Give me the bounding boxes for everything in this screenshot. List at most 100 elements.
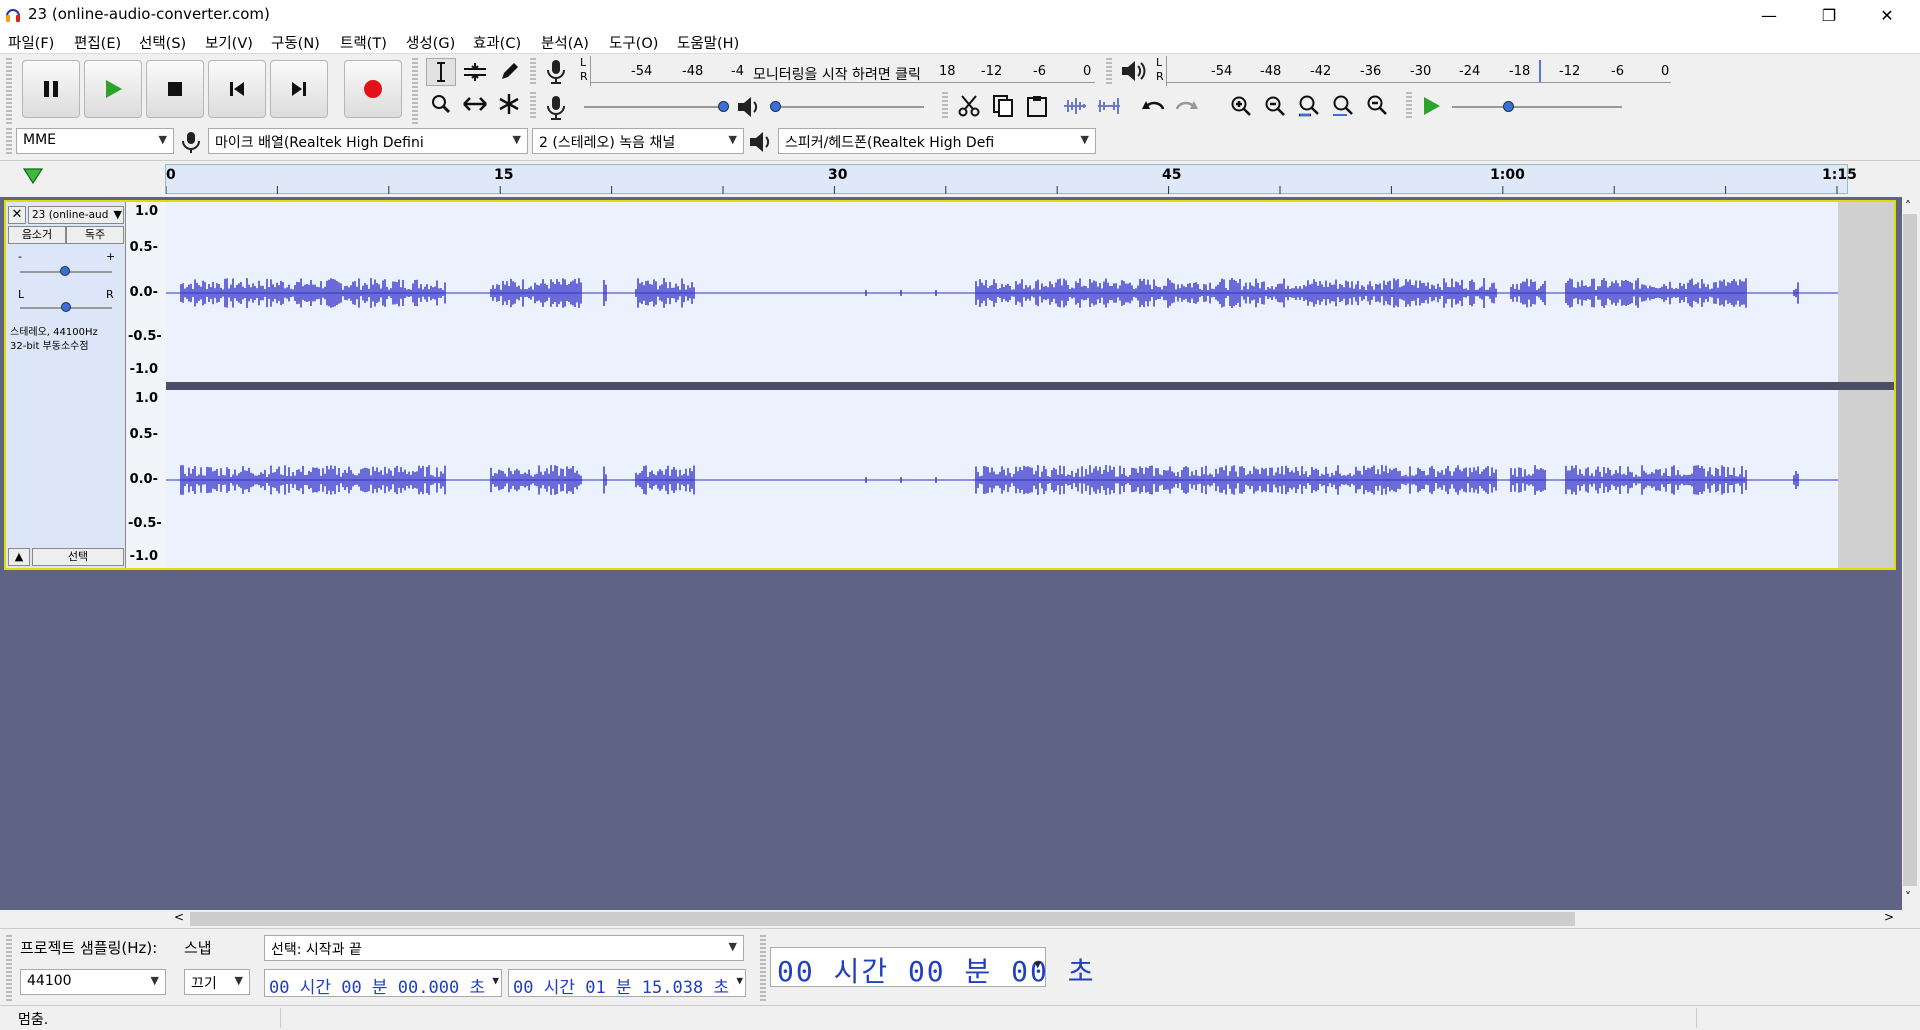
record-meter-tick: -12 xyxy=(981,64,1003,79)
play-speed-knob[interactable] xyxy=(1503,101,1514,112)
envelope-tool[interactable] xyxy=(460,58,490,86)
selection-start-time[interactable]: 00 시간 00 분 00.000 초 ▼ xyxy=(264,969,502,998)
selection-mode-select[interactable]: 선택: 시작과 끝 ▼ xyxy=(264,935,744,961)
multi-tool[interactable] xyxy=(494,90,524,118)
toolbar-grip[interactable] xyxy=(942,92,948,120)
playback-volume-knob[interactable] xyxy=(770,101,781,112)
snap-select[interactable]: 끄기 ▼ xyxy=(184,969,250,995)
track-name-menu[interactable]: 23 (online-aud ▼ xyxy=(28,206,124,224)
project-rate-select[interactable]: 44100 ▼ xyxy=(20,969,166,995)
solo-button[interactable]: 독주 xyxy=(66,226,124,244)
zoom-in-button[interactable] xyxy=(1226,92,1256,120)
play-button[interactable] xyxy=(84,60,142,118)
playback-volume-slider[interactable] xyxy=(770,94,930,120)
redo-button[interactable] xyxy=(1172,92,1202,120)
magnifier-icon xyxy=(432,95,451,114)
menu-tracks[interactable]: 트랙(T) xyxy=(340,32,387,53)
pan-knob[interactable] xyxy=(61,302,71,312)
track-info-format: 스테레오, 44100Hz xyxy=(10,327,98,338)
asterisk-icon xyxy=(499,94,519,114)
pan-slider[interactable] xyxy=(20,302,112,314)
timeline-ruler[interactable]: 0 15 30 45 1:00 1:15 xyxy=(165,164,1857,194)
play-speed-slider[interactable] xyxy=(1448,94,1628,120)
skip-to-end-button[interactable] xyxy=(270,60,328,118)
scroll-down-icon[interactable]: ˅ xyxy=(1905,890,1911,904)
record-volume-knob[interactable] xyxy=(718,101,729,112)
menu-view[interactable]: 보기(V) xyxy=(205,32,253,53)
selection-end-time[interactable]: 00 시간 01 분 15.038 초 ▼ xyxy=(508,969,746,998)
scroll-right-icon[interactable]: > xyxy=(1884,910,1894,924)
menu-file[interactable]: 파일(F) xyxy=(8,32,54,53)
cut-button[interactable] xyxy=(954,92,984,120)
menu-tools[interactable]: 도구(O) xyxy=(609,32,658,53)
scroll-up-icon[interactable]: ˄ xyxy=(1905,199,1911,213)
record-meter-prompt[interactable]: 모니터링을 시작 하려면 클릭 xyxy=(753,64,921,84)
select-track-button[interactable]: 선택 xyxy=(32,548,124,566)
undo-button[interactable] xyxy=(1138,92,1168,120)
toolbar-grip[interactable] xyxy=(6,58,12,124)
toolbar-grip[interactable] xyxy=(530,92,536,120)
waveform[interactable] xyxy=(166,202,1838,568)
playback-meter[interactable]: -54 -48 -42 -36 -30 -24 -18 -12 -6 0 xyxy=(1166,56,1671,86)
silence-audio-button[interactable] xyxy=(1094,92,1124,120)
gain-knob[interactable] xyxy=(60,266,70,276)
copy-button[interactable] xyxy=(988,92,1018,120)
chevron-down-icon: ▼ xyxy=(736,974,743,987)
record-meter[interactable]: -54 -48 -4 모니터링을 시작 하려면 클릭 18 -12 -6 0 xyxy=(590,56,1095,86)
play-meter-tick: 0 xyxy=(1661,64,1670,79)
menu-analyze[interactable]: 분석(A) xyxy=(541,32,589,53)
zoom-tool[interactable] xyxy=(426,90,456,118)
scroll-left-icon[interactable]: < xyxy=(174,910,184,924)
close-track-button[interactable]: ✕ xyxy=(8,206,26,224)
horizontal-scroll-thumb[interactable] xyxy=(190,912,1575,926)
toolbar-grip[interactable] xyxy=(6,128,12,154)
menu-effect[interactable]: 효과(C) xyxy=(473,32,521,53)
audio-position-time[interactable]: 00 시간 00 분 00 초 ▼ xyxy=(770,947,1093,988)
toolbar-grip[interactable] xyxy=(530,58,536,86)
title-bar: 23 (online-audio-converter.com) — ❐ ✕ xyxy=(0,0,1920,30)
audio-host-select[interactable]: MME ▼ xyxy=(16,128,174,154)
playback-device-select[interactable]: 스피커/헤드폰(Realtek High Defi ▼ xyxy=(778,128,1096,154)
menu-select[interactable]: 선택(S) xyxy=(139,32,186,53)
close-button[interactable]: ✕ xyxy=(1858,0,1916,30)
play-at-speed-button[interactable] xyxy=(1416,92,1446,120)
recording-device-select[interactable]: 마이크 배열(Realtek High Defini ▼ xyxy=(208,128,528,154)
pause-button[interactable] xyxy=(22,60,80,118)
record-volume-slider[interactable] xyxy=(580,94,730,120)
zoom-toggle-button[interactable] xyxy=(1362,92,1392,120)
minimize-button[interactable]: — xyxy=(1740,0,1798,30)
audio-position-value: 00 시간 00 분 00 초 xyxy=(777,955,1096,988)
record-button[interactable] xyxy=(344,60,402,118)
scale-label: 0.0- xyxy=(129,285,158,300)
menu-transport[interactable]: 구동(N) xyxy=(271,32,320,53)
skip-to-start-button[interactable] xyxy=(208,60,266,118)
toolbar-grip[interactable] xyxy=(760,935,766,1001)
gain-slider[interactable] xyxy=(20,266,112,278)
toolbar-grip[interactable] xyxy=(412,58,418,124)
recording-channels-select[interactable]: 2 (스테레오) 녹음 채널 ▼ xyxy=(532,128,744,154)
menu-edit[interactable]: 편집(E) xyxy=(74,32,121,53)
mute-button[interactable]: 음소거 xyxy=(8,226,66,244)
track-control-panel[interactable]: ✕ 23 (online-aud ▼ 음소거 독주 - + L R 스테레오, … xyxy=(6,202,126,568)
fit-selection-button[interactable] xyxy=(1294,92,1324,120)
maximize-button[interactable]: ❐ xyxy=(1800,0,1858,30)
selection-tool[interactable] xyxy=(426,58,456,86)
paste-button[interactable] xyxy=(1022,92,1052,120)
time-shift-tool[interactable] xyxy=(460,90,490,118)
chevron-down-icon: ▼ xyxy=(113,208,122,221)
zoom-out-button[interactable] xyxy=(1260,92,1290,120)
menu-generate[interactable]: 생성(G) xyxy=(406,32,455,53)
trim-icon xyxy=(1064,98,1086,114)
draw-tool[interactable] xyxy=(494,58,524,86)
toolbar-grip[interactable] xyxy=(1406,92,1412,120)
stop-button[interactable] xyxy=(146,60,204,118)
timeline-options-icon[interactable] xyxy=(22,166,44,186)
trim-audio-button[interactable] xyxy=(1060,92,1090,120)
menu-help[interactable]: 도움말(H) xyxy=(677,32,739,53)
toolbar-grip[interactable] xyxy=(6,935,12,1001)
fit-project-button[interactable] xyxy=(1328,92,1358,120)
vertical-scroll-thumb[interactable] xyxy=(1903,214,1917,886)
collapse-track-button[interactable]: ▲ xyxy=(8,548,30,566)
selection-start-value: 00 시간 00 분 00.000 초 xyxy=(269,978,486,998)
toolbar-grip[interactable] xyxy=(1106,58,1112,86)
